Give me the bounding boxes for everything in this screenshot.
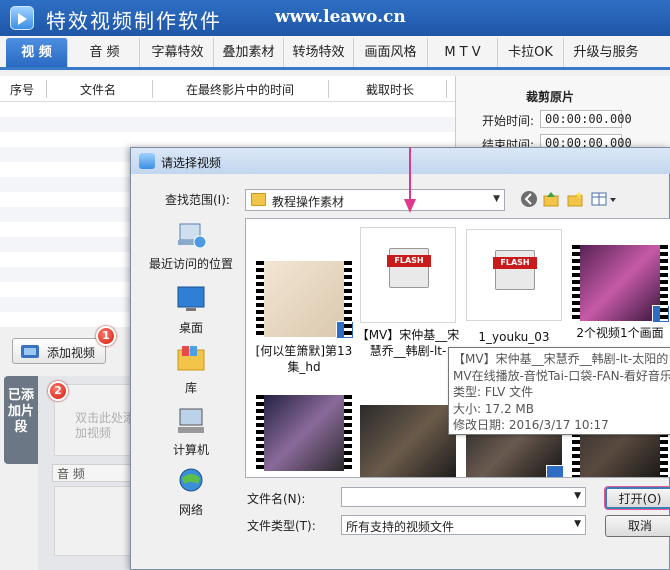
- filetype-select[interactable]: 所有支持的视频文件 ▼: [341, 515, 586, 535]
- film-icon: [21, 345, 39, 358]
- dialog-title: 请选择视频: [161, 156, 222, 170]
- chevron-down-icon: ▼: [493, 194, 500, 204]
- annotation-arrow-icon: [404, 147, 416, 213]
- tab-overlay-material[interactable]: 叠加素材: [214, 38, 284, 67]
- tab-picture-style[interactable]: 画面风格: [354, 38, 428, 67]
- start-time-label: 开始时间:: [482, 114, 535, 128]
- library-icon: [177, 346, 205, 371]
- trim-title: 裁剪原片: [526, 90, 575, 104]
- place-recent[interactable]: 最近访问的位置: [141, 220, 241, 272]
- trim-panel: 裁剪原片 开始时间: 00:00:00.000 结束时间: 00:00:00.0…: [455, 76, 670, 156]
- place-desktop[interactable]: 桌面: [141, 284, 241, 336]
- computer-icon: [178, 408, 204, 433]
- tab-audio[interactable]: 音 频: [70, 38, 140, 67]
- step-badge-2: 2: [48, 381, 68, 401]
- filetype-value: 所有支持的视频文件: [346, 520, 455, 534]
- filetype-label: 文件类型(T):: [247, 519, 316, 533]
- video-file-icon: [336, 321, 354, 339]
- file-item-name: 2个视频1个画面: [576, 326, 664, 340]
- back-icon[interactable]: [519, 190, 539, 210]
- tooltip-size: 大小: 17.2 MB: [453, 401, 534, 416]
- video-thumbnail: [360, 405, 456, 477]
- flash-file-icon: [389, 248, 429, 288]
- tab-karaoke[interactable]: 卡拉OK: [498, 38, 564, 67]
- cancel-button[interactable]: 取消: [605, 515, 670, 537]
- chevron-down-icon[interactable]: ▼: [574, 519, 581, 529]
- look-in-dropdown[interactable]: 教程操作素材 ▼: [245, 189, 505, 211]
- file-item[interactable]: FLASH 【MV】宋仲基__宋慧乔__韩剧-lt-: [354, 227, 462, 359]
- add-video-button[interactable]: 添加视频: [12, 338, 106, 364]
- filename-input[interactable]: ▼: [341, 487, 586, 507]
- app-logo-icon: [10, 6, 34, 30]
- tab-video[interactable]: 视 频: [6, 38, 68, 67]
- col-final-time[interactable]: 在最终影片中的时间: [186, 81, 294, 98]
- chevron-down-icon[interactable]: ▼: [574, 491, 581, 501]
- add-video-label: 添加视频: [47, 346, 96, 360]
- flash-thumbnail: FLASH: [466, 229, 562, 321]
- col-duration[interactable]: 截取时长: [366, 81, 414, 98]
- look-in-value: 教程操作素材: [272, 195, 345, 209]
- place-computer-label: 计算机: [172, 443, 209, 457]
- up-folder-icon[interactable]: [541, 190, 561, 210]
- app-url: www.leawo.cn: [275, 7, 406, 27]
- main-menu-bar: 视 频 音 频 字幕特效 叠加素材 转场特效 画面风格 M T V 卡拉OK 升…: [0, 36, 670, 70]
- network-icon: [179, 468, 203, 492]
- tooltip-line: MV在线播放-音悦Tai-口袋-FAN-看好音乐: [453, 368, 670, 383]
- tooltip-date: 修改日期: 2016/3/17 10:17: [453, 418, 609, 432]
- tab-upgrade-service[interactable]: 升级与服务: [564, 38, 648, 67]
- file-item-name: [何以笙箫默]第13集_hd: [255, 344, 353, 374]
- clip-table-header: 序号 文件名 在最终影片中的时间 截取时长: [0, 76, 455, 102]
- place-recent-label: 最近访问的位置: [148, 257, 233, 271]
- file-info-tooltip: 【MV】宋仲基__宋慧乔__韩剧-lt-太阳的 MV在线播放-音悦Tai-口袋-…: [448, 347, 670, 435]
- video-file-icon: [652, 305, 670, 323]
- tab-subtitle-effects[interactable]: 字幕特效: [142, 38, 214, 67]
- place-library[interactable]: 库: [141, 344, 241, 396]
- segment-area: 双击此处添加视频 音 频: [38, 376, 144, 570]
- place-computer[interactable]: 计算机: [141, 406, 241, 458]
- step-badge-1: 1: [96, 326, 116, 346]
- desktop-icon: [177, 286, 205, 311]
- place-desktop-label: 桌面: [178, 321, 203, 335]
- added-segments-tab[interactable]: 已添加片段: [4, 376, 38, 464]
- col-filename[interactable]: 文件名: [80, 81, 116, 98]
- title-bar: 特效视频制作软件 www.leawo.cn: [0, 0, 670, 36]
- recent-places-icon: [178, 223, 207, 249]
- start-time-field[interactable]: 00:00:00.000: [540, 110, 632, 128]
- place-network-label: 网络: [178, 503, 203, 517]
- tab-transition-effects[interactable]: 转场特效: [284, 38, 354, 67]
- tab-mtv[interactable]: M T V: [428, 38, 498, 67]
- filename-label: 文件名(N):: [247, 492, 306, 506]
- video-thumbnail: [256, 395, 352, 471]
- place-network[interactable]: 网络: [141, 466, 241, 518]
- open-button[interactable]: 打开(O): [605, 487, 670, 509]
- view-menu-icon[interactable]: [589, 190, 619, 210]
- look-in-label: 查找范围(I):: [165, 193, 230, 207]
- dialog-title-bar[interactable]: 请选择视频: [131, 148, 670, 174]
- new-folder-icon[interactable]: [565, 190, 585, 210]
- flash-file-icon: [495, 250, 535, 290]
- col-index[interactable]: 序号: [10, 81, 34, 98]
- video-file-icon: [546, 465, 564, 477]
- file-item-name: 【MV】宋仲基__宋慧乔__韩剧-lt-: [354, 327, 462, 359]
- tooltip-line: 【MV】宋仲基__宋慧乔__韩剧-lt-太阳的: [453, 352, 669, 366]
- select-video-dialog: 请选择视频 查找范围(I): 教程操作素材 ▼ 最近访问的位置 桌面 库 计算机…: [130, 147, 670, 570]
- file-item-name: 1_youku_03: [478, 330, 550, 344]
- tooltip-type: 类型: FLV 文件: [453, 385, 534, 399]
- video-thumbnail: [572, 245, 670, 323]
- place-library-label: 库: [184, 381, 197, 395]
- folder-icon: [251, 193, 266, 206]
- video-thumbnail: [256, 261, 354, 339]
- dialog-app-icon: [139, 153, 155, 169]
- flash-thumbnail: FLASH: [360, 227, 456, 323]
- app-title: 特效视频制作软件: [46, 9, 222, 33]
